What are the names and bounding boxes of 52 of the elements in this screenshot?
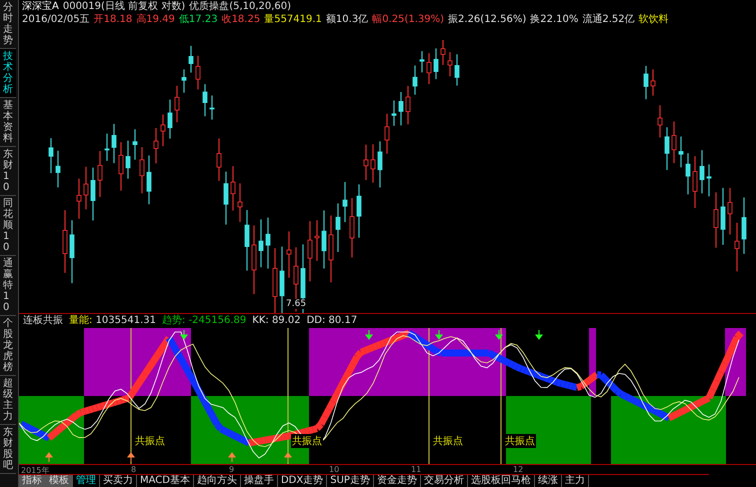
axis-label: 10 bbox=[329, 464, 340, 474]
indicator-tab[interactable]: 指标 bbox=[19, 475, 46, 487]
quote-value: 收18.25 bbox=[222, 13, 260, 26]
signal-label: 共振点 bbox=[134, 434, 166, 448]
quote-value: 额10.3亿 bbox=[326, 13, 368, 26]
indicator-name: 优质操盘(5,10,20,60) bbox=[189, 0, 292, 13]
down-arrow-icon bbox=[365, 329, 373, 340]
indicator-reading: 趋势: -245156.89 bbox=[162, 314, 246, 328]
indicator-tab[interactable]: 模板 bbox=[46, 475, 73, 487]
up-arrow-icon bbox=[45, 452, 53, 462]
down-arrow-icon bbox=[495, 329, 503, 340]
quote-value: 量557419.1 bbox=[264, 13, 322, 26]
indicator-name: 连板共振 bbox=[23, 314, 63, 328]
signal-label: 共振点 bbox=[504, 434, 536, 448]
indicator-reading: 量能: 1035541.31 bbox=[69, 314, 156, 328]
stock-name: 深深宝A bbox=[22, 0, 59, 13]
up-arrow-icon bbox=[127, 452, 135, 462]
down-arrow-icon bbox=[435, 329, 443, 340]
sidebar-tab[interactable]: 东财10 bbox=[0, 147, 16, 196]
sidebar-tab[interactable]: 个股龙虎榜 bbox=[0, 316, 16, 376]
axis-label: 9 bbox=[229, 464, 234, 474]
axis-label: 11 bbox=[411, 464, 422, 474]
sidebar-tab[interactable]: 东财股吧 bbox=[0, 425, 16, 474]
sidebar-tab[interactable]: 基本资料 bbox=[0, 98, 16, 147]
down-arrow-icon bbox=[180, 329, 188, 340]
signal-label: 共振点 bbox=[291, 434, 323, 448]
up-arrow-icon bbox=[284, 452, 292, 462]
indicator-reading: DD: 80.17 bbox=[306, 314, 358, 328]
indicator-reading: KK: 89.02 bbox=[252, 314, 301, 328]
stock-code: 000019(日线 前复权 对数) bbox=[62, 0, 186, 13]
quote-value: 换22.10% bbox=[530, 13, 578, 26]
industry-label: 软饮料 bbox=[638, 13, 669, 26]
down-arrow-icon bbox=[535, 329, 543, 340]
low-price-label: 7.65 bbox=[285, 298, 308, 309]
sidebar-tab[interactable]: 同花顺10 bbox=[0, 196, 16, 256]
quote-value: 开18.18 bbox=[94, 13, 132, 26]
sidebar-tab[interactable]: 通赢特10 bbox=[0, 256, 16, 316]
up-arrow-icon bbox=[228, 452, 236, 462]
axis-label: 8 bbox=[131, 464, 136, 474]
indicator-tab[interactable]: 买卖力 bbox=[100, 475, 137, 487]
quote-value: 高19.49 bbox=[136, 13, 175, 26]
sidebar-tab[interactable]: 超级主力 bbox=[0, 376, 16, 425]
axis-label: 2015年 bbox=[21, 464, 50, 475]
indicator-tab[interactable]: 管理 bbox=[73, 475, 100, 487]
quote-date: 2016/02/05五 bbox=[22, 13, 90, 26]
quote-value: 低17.23 bbox=[178, 13, 218, 26]
sidebar-tab[interactable]: 技术分析 bbox=[0, 49, 16, 98]
quote-value: 幅0.25(1.39%) bbox=[372, 13, 444, 26]
quote-value: 振2.26(12.56%) bbox=[448, 13, 526, 26]
signal-label: 共振点 bbox=[432, 434, 464, 448]
quote-value: 流通2.52亿 bbox=[582, 13, 635, 26]
axis-label: 12 bbox=[513, 464, 524, 474]
